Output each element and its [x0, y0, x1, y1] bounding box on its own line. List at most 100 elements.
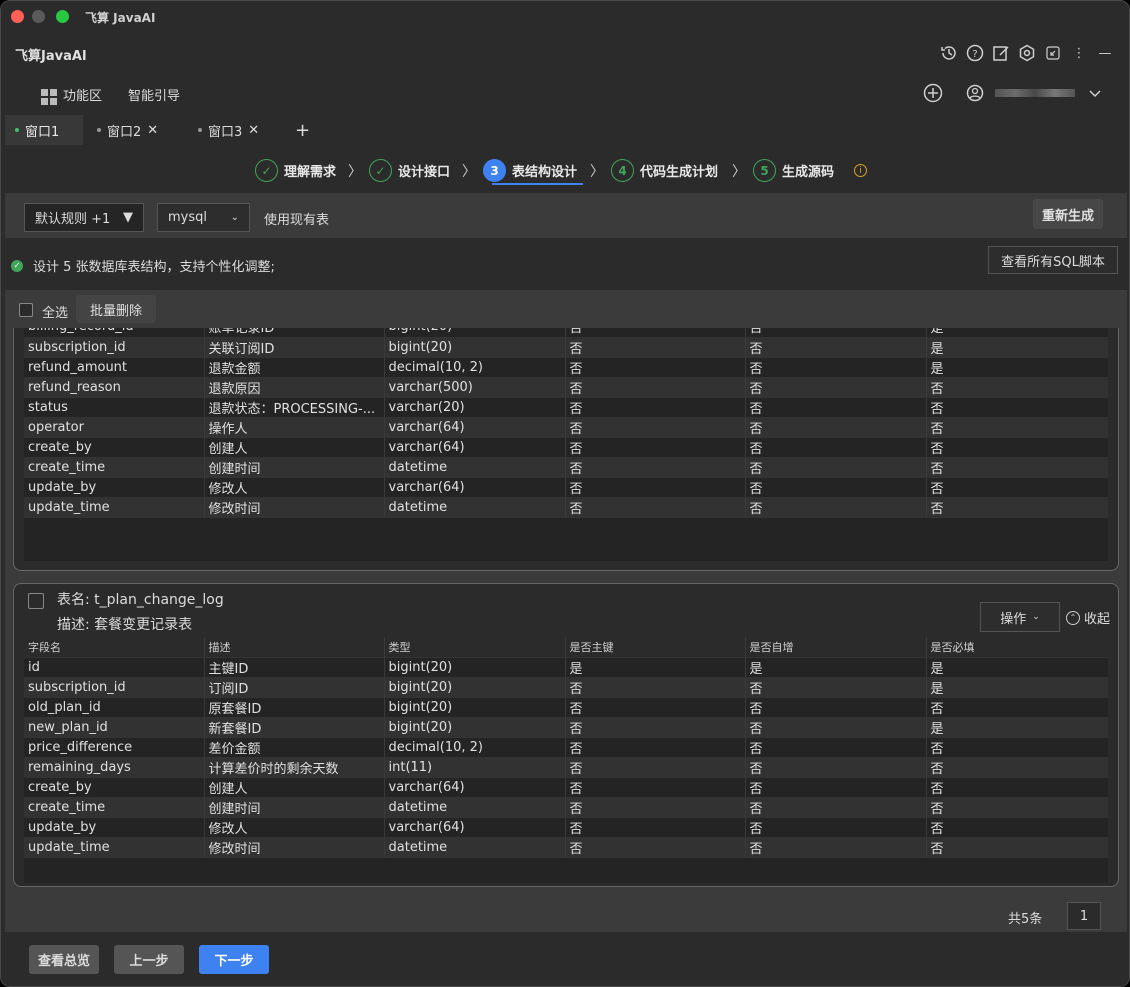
- table-cell: 否: [745, 817, 927, 838]
- edit-icon[interactable]: [991, 43, 1011, 63]
- bottom-actions: 查看总览 上一步 下一步: [1, 932, 1129, 986]
- table-row[interactable]: status 退款状态：PROCESSING-... varchar(20) 否否否: [24, 397, 1108, 418]
- zoom-window-button[interactable]: [56, 10, 69, 23]
- overview-button[interactable]: 查看总览: [29, 945, 99, 974]
- table-cell: 否: [565, 437, 746, 458]
- table-cell: 退款原因: [204, 377, 385, 398]
- chevron-down-icon[interactable]: [1085, 83, 1105, 103]
- table-cell: 否: [745, 337, 927, 358]
- top-icon-bar: ? ⋮ —: [939, 43, 1115, 63]
- operation-label: 操作: [1000, 611, 1027, 627]
- chevron-right-icon: 〉: [462, 164, 476, 180]
- history-icon[interactable]: [939, 43, 959, 63]
- step-5[interactable]: 5 生成源码: [753, 159, 834, 182]
- table-row[interactable]: remaining_days 计算差价时的剩余天数 int(11) 否否否: [24, 757, 1108, 778]
- field-table-grid: 字段名 描述 类型 是否主键 是否自增 是否必填 id 主键ID bigint(20) 是是是 s…: [24, 637, 1108, 858]
- user-avatar-icon[interactable]: [965, 83, 985, 103]
- table-cell: create_time: [24, 797, 205, 818]
- add-tab-icon[interactable]: +: [285, 115, 320, 145]
- table-cell: 否: [926, 457, 1108, 478]
- more-vertical-icon[interactable]: ⋮: [1069, 43, 1089, 63]
- rule-select-value: 默认规则 +1: [35, 212, 111, 227]
- help-icon[interactable]: ?: [965, 43, 985, 63]
- table-row[interactable]: update_time 修改时间 datetime 否否否: [24, 837, 1108, 858]
- tab-label: 窗口1: [25, 124, 60, 140]
- tab-dot-icon: [97, 128, 101, 132]
- table-cell: varchar(64): [384, 817, 566, 838]
- collapse-button[interactable]: ⌃ 收起: [1066, 608, 1110, 627]
- table-cell: refund_amount: [24, 357, 205, 378]
- table-cell: 否: [565, 357, 746, 378]
- table-cell: billing_record_id: [24, 328, 205, 338]
- tab-window1[interactable]: 窗口1: [5, 115, 83, 145]
- step-4[interactable]: 4 代码生成计划: [611, 159, 718, 182]
- step-2[interactable]: ✓ 设计接口: [369, 159, 450, 182]
- rule-select[interactable]: 默认规则 +1 ▼: [24, 203, 144, 232]
- func-area-menu[interactable]: 功能区: [41, 85, 102, 105]
- table-row[interactable]: create_by 创建人 varchar(64) 否否否: [24, 437, 1108, 458]
- batch-delete-button[interactable]: 批量删除: [76, 295, 156, 323]
- title-bar: 飞算 JavaAI: [1, 1, 1129, 33]
- regenerate-button[interactable]: 重新生成: [1033, 199, 1103, 229]
- close-window-button[interactable]: [11, 10, 24, 23]
- add-circle-icon[interactable]: [923, 83, 943, 103]
- table-cell: 否: [565, 757, 746, 778]
- table-cell: 创建人: [204, 777, 385, 798]
- table-row[interactable]: update_by 修改人 varchar(64) 否否否: [24, 477, 1108, 498]
- table-row[interactable]: update_time 修改时间 datetime 否否否: [24, 497, 1108, 518]
- table-row[interactable]: old_plan_id 原套餐ID bigint(20) 否否否: [24, 697, 1108, 718]
- table-cell: datetime: [384, 797, 566, 818]
- select-all-checkbox[interactable]: [19, 303, 33, 317]
- table-row[interactable]: create_by 创建人 varchar(64) 否否否: [24, 777, 1108, 798]
- minimize-window-button[interactable]: [32, 10, 45, 23]
- table-row[interactable]: id 主键ID bigint(20) 是是是: [24, 657, 1108, 678]
- table-row[interactable]: refund_reason 退款原因 varchar(500) 否否否: [24, 377, 1108, 398]
- step-1[interactable]: ✓ 理解需求: [255, 159, 336, 182]
- table-row[interactable]: subscription_id 订阅ID bigint(20) 否否是: [24, 677, 1108, 698]
- table-row[interactable]: refund_amount 退款金额 decimal(10, 2) 否否是: [24, 357, 1108, 378]
- table-row[interactable]: update_by 修改人 varchar(64) 否否否: [24, 817, 1108, 838]
- restore-icon[interactable]: [1043, 43, 1063, 63]
- tab-label: 窗口3: [208, 124, 243, 140]
- menu-row: 功能区 智能引导: [41, 85, 180, 105]
- column-header: 描述: [204, 637, 385, 658]
- page-number-button[interactable]: 1: [1067, 902, 1101, 930]
- table-row[interactable]: billing_record_id账单记录IDbigint(20)否否是: [24, 328, 1108, 338]
- minimize-icon[interactable]: —: [1095, 43, 1115, 63]
- app-window: 飞算 JavaAI 飞算JavaAI ? ⋮ — 功能区 智能引导 窗口1 窗口…: [0, 0, 1130, 987]
- info-icon[interactable]: i: [854, 164, 867, 177]
- tab-window2[interactable]: 窗口2 ✕: [87, 115, 168, 145]
- settings-icon[interactable]: [1017, 43, 1037, 63]
- db-select[interactable]: mysql ⌄: [157, 203, 250, 232]
- table-row[interactable]: new_plan_id 新套餐ID bigint(20) 否否是: [24, 717, 1108, 738]
- table-row[interactable]: subscription_id 关联订阅ID bigint(20) 否否是: [24, 337, 1108, 358]
- table-row[interactable]: create_time 创建时间 datetime 否否否: [24, 457, 1108, 478]
- check-icon: ✓: [369, 159, 392, 182]
- table-select-checkbox[interactable]: [28, 593, 44, 609]
- db-select-value: mysql: [168, 210, 207, 225]
- table-cell: 否: [926, 777, 1108, 798]
- table-cell: 否: [565, 497, 746, 518]
- collapse-icon: ⌃: [1066, 610, 1080, 625]
- next-step-button[interactable]: 下一步: [199, 945, 269, 974]
- view-sql-button[interactable]: 查看所有SQL脚本: [988, 246, 1118, 274]
- table-cell: 创建人: [204, 437, 385, 458]
- prev-step-button[interactable]: 上一步: [114, 945, 184, 974]
- table-cell: 是: [565, 657, 746, 678]
- table-cell: 否: [745, 757, 927, 778]
- table-row[interactable]: create_time 创建时间 datetime 否否否: [24, 797, 1108, 818]
- table-row[interactable]: price_difference 差价金额 decimal(10, 2) 否否否: [24, 737, 1108, 758]
- svg-text:?: ?: [972, 49, 977, 60]
- tab-window3[interactable]: 窗口3 ✕: [188, 115, 269, 145]
- close-tab-icon[interactable]: ✕: [248, 123, 259, 138]
- table-row[interactable]: operator 操作人 varchar(64) 否否否: [24, 417, 1108, 438]
- table-cell: 否: [926, 797, 1108, 818]
- guide-menu[interactable]: 智能引导: [128, 85, 180, 104]
- close-tab-icon[interactable]: ✕: [147, 123, 158, 138]
- step-3[interactable]: 3 表结构设计: [483, 159, 577, 182]
- chevron-right-icon: 〉: [348, 164, 362, 180]
- operation-dropdown[interactable]: 操作 ⌄: [980, 602, 1060, 632]
- table-cell: price_difference: [24, 737, 205, 758]
- use-existing-table-link[interactable]: 使用现有表: [264, 209, 329, 228]
- table-cell: update_time: [24, 837, 205, 858]
